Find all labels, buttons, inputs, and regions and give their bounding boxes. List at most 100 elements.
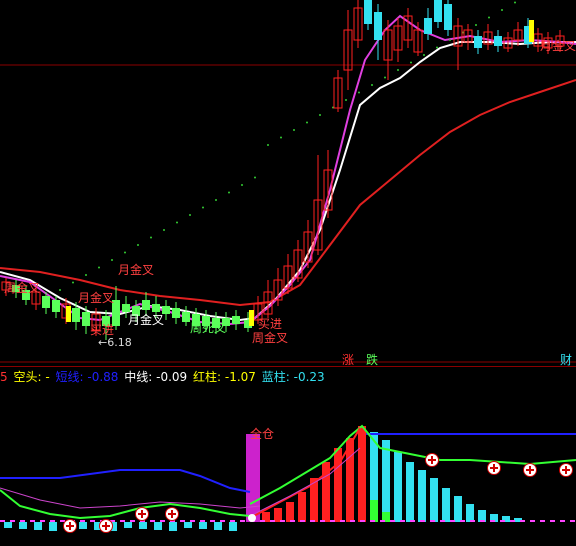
red-bar	[286, 502, 294, 522]
signal-label: 买进	[90, 323, 114, 337]
dotted-indicator	[98, 266, 100, 269]
candle-body	[474, 36, 482, 48]
indicator-bar	[34, 522, 42, 530]
cyan-bar	[442, 488, 450, 522]
dotted-indicator	[358, 91, 360, 94]
indicator-bar	[199, 522, 207, 529]
dotted-indicator	[514, 1, 516, 4]
dotted-indicator	[306, 121, 308, 124]
signal-label: 周金叉	[252, 330, 288, 345]
highlight-candle	[249, 310, 254, 326]
green-bar	[370, 500, 378, 522]
legend-red-bar: 红柱: -1.07	[193, 370, 256, 384]
indicator-bar	[49, 522, 57, 531]
candle-body	[52, 300, 60, 312]
dotted-indicator	[202, 206, 204, 209]
dotted-indicator	[384, 76, 386, 79]
signal-label: 买进	[258, 317, 282, 331]
dotted-indicator	[163, 229, 165, 231]
indicator-bar	[229, 522, 237, 531]
highlight-candle	[66, 306, 71, 322]
signal-dot	[248, 514, 256, 522]
dotted-indicator	[319, 114, 321, 116]
indicator-legend: 5 空头: - 短线: -0.88 中线: -0.09 红柱: -1.07 蓝柱…	[0, 369, 576, 385]
candle-body	[374, 12, 382, 40]
cyan-bar	[394, 452, 402, 522]
dotted-indicator	[501, 9, 503, 11]
legend-blue-bar: 蓝柱: -0.23	[261, 370, 325, 384]
tab-fall[interactable]: 跌	[364, 353, 380, 367]
candle-body	[142, 300, 150, 310]
dotted-indicator	[267, 144, 269, 146]
dotted-indicator	[124, 251, 126, 254]
candle-body	[72, 308, 80, 322]
stock-chart: 月金叉周金叉月金叉周死叉月金叉买进周金叉买进月金叉←6.18 全仓	[0, 0, 576, 533]
cyan-bar	[382, 440, 390, 522]
candle-body	[42, 296, 50, 308]
indicator-bar	[184, 522, 192, 528]
candle-body	[424, 18, 432, 34]
signal-labels: 月金叉周金叉月金叉周死叉月金叉买进周金叉买进月金叉←6.18	[4, 38, 576, 349]
dotted-indicator	[85, 274, 87, 276]
candle-body	[232, 316, 240, 324]
pink-line	[0, 487, 261, 509]
dotted-indicator	[423, 54, 425, 56]
dotted-indicator	[345, 99, 347, 101]
dotted-indicator	[397, 69, 399, 71]
dotted-indicator	[371, 84, 373, 86]
legend-mid-line: 中线: -0.09	[124, 370, 188, 384]
candle-body	[494, 36, 502, 46]
dotted-indicator	[449, 39, 451, 41]
cyan-bar	[418, 470, 426, 522]
dotted-indicator	[254, 176, 256, 179]
tab-rise[interactable]: 涨	[340, 353, 356, 367]
dotted-indicator	[436, 46, 438, 49]
tab-finance[interactable]: 财	[558, 353, 574, 367]
indicator-bar	[214, 522, 222, 530]
cyan-bar	[466, 504, 474, 522]
candle-body	[82, 312, 90, 326]
full-position-label: 全仓	[250, 426, 274, 441]
panel-divider	[0, 366, 576, 367]
indicator-bar	[169, 522, 177, 531]
legend-period: 5	[0, 370, 8, 384]
candle-body	[182, 312, 190, 322]
green-line	[0, 489, 251, 520]
red-bar	[274, 508, 282, 522]
signal-label: 月金叉	[118, 262, 154, 277]
indicator-bar	[4, 522, 12, 528]
red-bar	[298, 492, 306, 522]
signal-label: 月金叉	[128, 312, 164, 327]
indicator-bar	[79, 522, 87, 529]
candle-body	[444, 4, 452, 30]
signal-label: 月金叉	[540, 38, 576, 53]
dotted-indicator	[488, 16, 490, 19]
low-price-label: ←6.18	[98, 336, 132, 349]
indicator-bar	[19, 522, 27, 529]
cyan-bar	[430, 478, 438, 522]
dotted-indicator	[72, 281, 74, 284]
signal-label: 月金叉	[78, 290, 114, 305]
indicator-bar	[154, 522, 162, 530]
dotted-indicator	[475, 24, 477, 26]
candle-body	[172, 308, 180, 318]
indicator-bar	[139, 522, 147, 529]
legend-trend: 空头: -	[13, 370, 50, 384]
dotted-indicator	[137, 244, 139, 246]
dotted-indicator	[228, 191, 230, 194]
dotted-indicator	[59, 289, 61, 291]
dotted-indicator	[293, 129, 295, 131]
dotted-indicator	[241, 184, 243, 186]
dotted-indicator	[150, 236, 152, 239]
indicator-bar	[124, 522, 132, 528]
candle-body	[434, 0, 442, 22]
signal-label: 周死叉	[190, 321, 226, 335]
dotted-indicator	[215, 199, 217, 201]
dotted-indicator	[176, 221, 178, 224]
blue-line	[0, 469, 251, 493]
indicator-bars: 全仓	[0, 426, 575, 531]
candle-body	[152, 304, 160, 312]
dotted-indicator	[189, 214, 191, 216]
legend-short-line: 短线: -0.88	[55, 370, 119, 384]
highlight-candle	[529, 20, 534, 42]
